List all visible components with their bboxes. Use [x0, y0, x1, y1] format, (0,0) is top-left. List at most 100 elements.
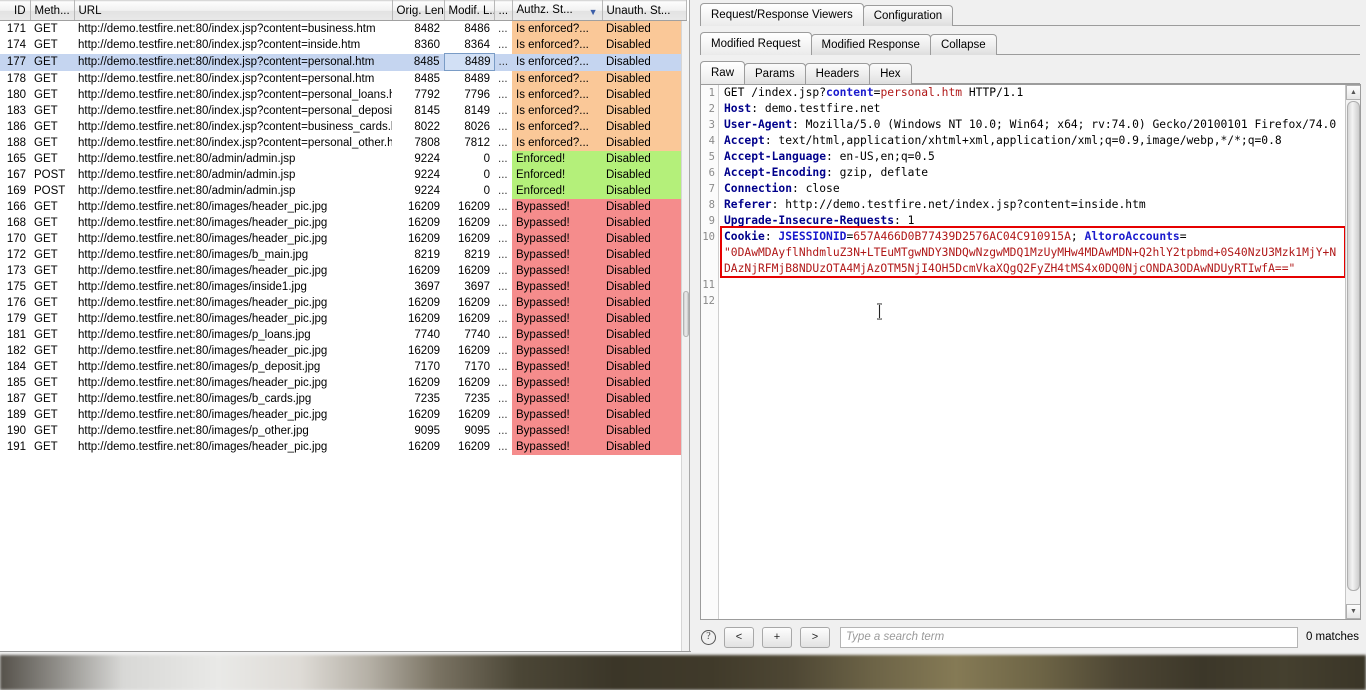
cell-url: http://demo.testfire.net:80/images/heade…	[78, 217, 328, 229]
token-hdr: Accept-Encoding	[724, 166, 827, 179]
cell-id: 167	[6, 169, 26, 181]
cell-id: 166	[6, 201, 26, 213]
cell-overflow: ...	[498, 409, 508, 421]
tab-collapse[interactable]: Collapse	[929, 34, 997, 55]
table-row[interactable]: 174 GET http://demo.testfire.net:80/index.…	[0, 37, 686, 54]
cell-modif-len: 16209	[458, 409, 490, 421]
table-row[interactable]: 182 GET http://demo.testfire.net:80/images…	[0, 343, 686, 359]
cell-authz-status: Bypassed!	[512, 279, 602, 295]
cell-method: GET	[34, 425, 58, 437]
cell-method: GET	[34, 377, 58, 389]
table-row[interactable]: 167 POST http://demo.testfire.net:80/admin…	[0, 167, 686, 183]
cell-orig-len: 7740	[414, 329, 440, 341]
table-row[interactable]: 170 GET http://demo.testfire.net:80/images…	[0, 231, 686, 247]
column-header-orig-len[interactable]: Orig. Len	[392, 0, 445, 21]
cell-unauth-status: Disabled	[602, 87, 686, 103]
table-row[interactable]: 175 GET http://demo.testfire.net:80/images…	[0, 279, 686, 295]
request-text-content[interactable]: GET /index.jsp?content = personal.htm HTTP…	[720, 85, 1348, 619]
cell-modif-len: 7235	[464, 393, 490, 405]
tab-configuration[interactable]: Configuration	[862, 5, 954, 26]
column-header-method[interactable]: Meth...	[30, 0, 75, 21]
sort-descending-icon[interactable]: ▼	[589, 7, 598, 17]
cell-modif-len: 8219	[464, 249, 490, 261]
tab-request-response-viewers[interactable]: Request/Response Viewers	[700, 3, 864, 26]
request-line: "0DAwMDAyflNhdmluZ3N+LTEuMTgwNDY3NDQwNzg…	[724, 245, 1348, 261]
cell-authz-status: Bypassed!	[512, 327, 602, 343]
request-line	[724, 293, 1348, 309]
column-header-unauth-status[interactable]: Unauth. St...	[602, 0, 687, 21]
table-row[interactable]: 185 GET http://demo.testfire.net:80/images…	[0, 375, 686, 391]
results-table-scrollbar-thumb[interactable]	[683, 291, 689, 337]
table-row[interactable]: 191 GET http://demo.testfire.net:80/images…	[0, 439, 686, 455]
tab-raw[interactable]: Raw	[700, 61, 746, 84]
cell-unauth-status: Disabled	[602, 423, 686, 439]
cell-orig-len: 3697	[414, 281, 440, 293]
column-header-url[interactable]: URL	[74, 0, 393, 21]
help-icon[interactable]: ?	[701, 629, 716, 645]
table-row[interactable]: 166 GET http://demo.testfire.net:80/images…	[0, 199, 686, 215]
column-header-authz-status[interactable]: Authz. St... ▼	[512, 0, 603, 21]
cell-id: 175	[6, 281, 26, 293]
cell-method: GET	[34, 265, 58, 277]
search-add-button[interactable]: +	[762, 626, 792, 648]
results-table-scrollbar[interactable]	[681, 21, 689, 651]
line-number-gutter: 1 2 3 4 5 6 7 8 9 10 11 12	[701, 85, 719, 619]
cell-orig-len: 16209	[408, 345, 440, 357]
table-row[interactable]: 188 GET http://demo.testfire.net:80/index.…	[0, 135, 686, 151]
search-next-button[interactable]: >	[800, 626, 830, 648]
cell-authz-status: Bypassed!	[512, 423, 602, 439]
request-line: Connection: close	[724, 181, 1348, 197]
scroll-up-arrow-icon[interactable]: ▲	[1346, 85, 1360, 100]
cell-orig-len: 8482	[414, 23, 440, 35]
column-header-overflow[interactable]: ...	[494, 0, 513, 21]
column-header-id[interactable]: ID	[0, 0, 31, 21]
cell-overflow: ...	[498, 169, 508, 181]
tab-hex[interactable]: Hex	[869, 63, 912, 84]
tab-modified-response[interactable]: Modified Response	[810, 34, 931, 55]
tab-headers[interactable]: Headers	[804, 63, 871, 84]
cell-url: http://demo.testfire.net:80/images/heade…	[78, 233, 328, 245]
cell-orig-len: 8485	[392, 53, 444, 71]
cell-modif-len: 8149	[464, 105, 490, 117]
desktop-background-strip	[0, 655, 1366, 690]
table-row[interactable]: 184 GET http://demo.testfire.net:80/images…	[0, 359, 686, 375]
table-row[interactable]: 171 GET http://demo.testfire.net:80/index.…	[0, 20, 686, 37]
table-row[interactable]: 180 GET http://demo.testfire.net:80/index.…	[0, 87, 686, 103]
cell-method: GET	[34, 441, 58, 453]
request-line: Cookie: JSESSIONID = 657A466D0B77439D2576A…	[724, 229, 1348, 245]
table-row[interactable]: 165 GET http://demo.testfire.net:80/admin/…	[0, 151, 686, 167]
table-row[interactable]: 190 GET http://demo.testfire.net:80/images…	[0, 423, 686, 439]
cell-orig-len: 8360	[414, 39, 440, 52]
cell-id: 187	[6, 393, 26, 405]
table-row[interactable]: 187 GET http://demo.testfire.net:80/images…	[0, 391, 686, 407]
table-row[interactable]: 176 GET http://demo.testfire.net:80/images…	[0, 295, 686, 311]
tab-params[interactable]: Params	[744, 63, 806, 84]
table-row[interactable]: 178 GET http://demo.testfire.net:80/index.…	[0, 70, 686, 87]
table-row[interactable]: 189 GET http://demo.testfire.net:80/images…	[0, 407, 686, 423]
cell-orig-len: 16209	[408, 217, 440, 229]
tab-modified-request[interactable]: Modified Request	[700, 32, 812, 55]
cell-modif-len: 7740	[464, 329, 490, 341]
table-row[interactable]: 173 GET http://demo.testfire.net:80/images…	[0, 263, 686, 279]
cell-modif-len: 8486	[464, 23, 490, 35]
table-row[interactable]: 183 GET http://demo.testfire.net:80/index.…	[0, 103, 686, 119]
table-row[interactable]: 181 GET http://demo.testfire.net:80/images…	[0, 327, 686, 343]
search-previous-button[interactable]: <	[724, 626, 754, 648]
table-row[interactable]: 169 POST http://demo.testfire.net:80/admin…	[0, 183, 686, 199]
table-row[interactable]: 179 GET http://demo.testfire.net:80/images…	[0, 311, 686, 327]
table-row[interactable]: 186 GET http://demo.testfire.net:80/index.…	[0, 119, 686, 135]
column-header-modif-len[interactable]: Modif. L...	[444, 0, 495, 21]
scroll-down-arrow-icon[interactable]: ▼	[1346, 604, 1360, 619]
token-blue: AltoroAccounts	[1084, 230, 1180, 243]
table-row[interactable]: 172 GET http://demo.testfire.net:80/images…	[0, 247, 686, 263]
table-row[interactable]: 168 GET http://demo.testfire.net:80/images…	[0, 215, 686, 231]
line-number: 8	[708, 199, 715, 211]
token-plain: : close	[792, 182, 840, 195]
viewer-scrollbar-thumb[interactable]	[1347, 101, 1360, 591]
cell-overflow: ...	[498, 425, 508, 437]
raw-request-viewer[interactable]: 1 2 3 4 5 6 7 8 9 10 11 12 GET /index.jsp?content=p…	[700, 84, 1361, 620]
viewer-vertical-scrollbar[interactable]: ▲ ▼	[1345, 85, 1360, 619]
cell-orig-len: 7792	[414, 89, 440, 101]
search-input[interactable]: Type a search term	[840, 626, 1298, 648]
table-row[interactable]: 177 GET http://demo.testfire.net:80/index.…	[0, 53, 686, 71]
